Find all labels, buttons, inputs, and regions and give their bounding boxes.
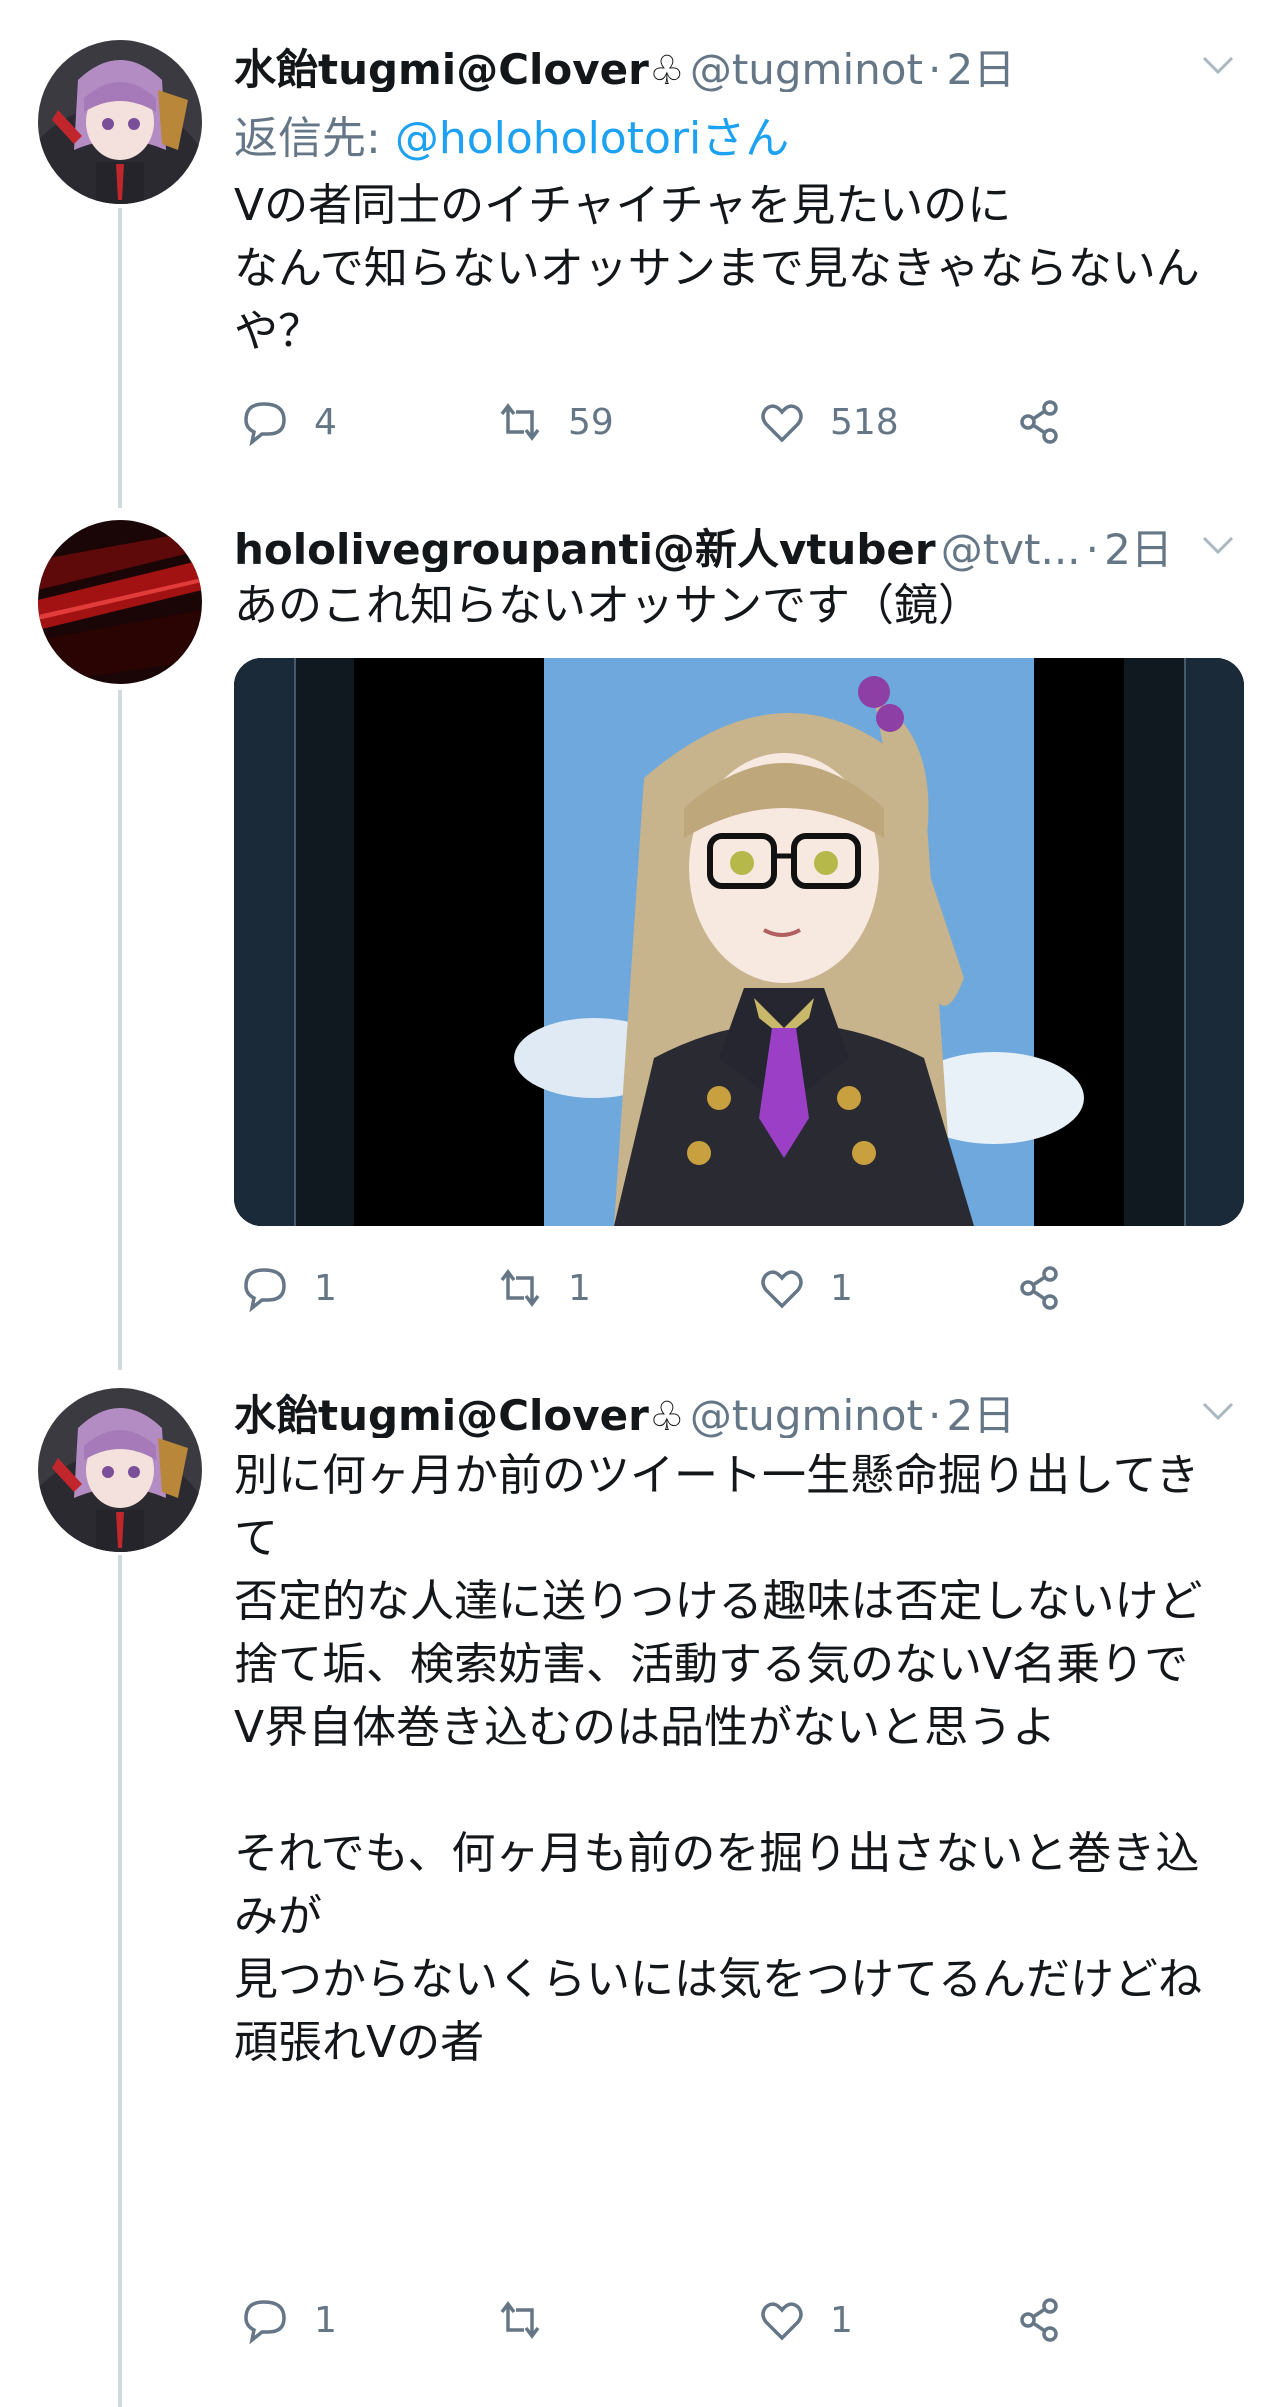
video-thumbnail-image: [234, 658, 1244, 1226]
reply-icon: [244, 1268, 286, 1313]
reply-to-line: 返信先: @holoholotoriさん: [234, 102, 789, 166]
tweet-text: あのこれ知らないオッサンです（鏡）: [234, 580, 982, 631]
reply-count: 4: [314, 401, 337, 443]
separator-dot: ·: [928, 45, 942, 92]
tweet-header: hololivegroupanti@新人vtuber @tvt... · 2日: [234, 516, 1280, 572]
like-count: 518: [830, 401, 899, 443]
user-avatar[interactable]: [38, 40, 202, 204]
reply-icon: [244, 402, 286, 447]
share-button[interactable]: [1014, 2290, 1066, 2350]
timestamp[interactable]: 2日: [946, 45, 1015, 92]
separator-dot: ·: [1085, 525, 1099, 572]
retweet-count: 1: [568, 1267, 591, 1309]
retweet-icon: [500, 1269, 540, 1307]
separator-dot: ·: [928, 1391, 942, 1438]
heart-icon: [761, 2302, 803, 2341]
anime-girl-avatar-icon: [38, 1388, 202, 1552]
tweet-header: 水飴tugmi@Clover♧ @tugminot · 2日: [234, 1382, 1280, 1438]
tweet-3[interactable]: 水飴tugmi@Clover♧ @tugminot · 2日 別に何ヶ月か前のツ…: [0, 1350, 1280, 2407]
reply-button[interactable]: 1: [240, 2290, 337, 2350]
tweet-text: Vの者同士のイチャイチャを見たいのに なんで知らないオッサンまで見なきゃならない…: [234, 180, 1200, 357]
chevron-down-icon[interactable]: [1198, 1390, 1238, 1430]
retweet-icon: [500, 403, 540, 441]
reply-count: 1: [314, 1267, 337, 1309]
display-name[interactable]: 水飴tugmi@Clover: [234, 45, 649, 92]
share-icon: [1020, 2298, 1058, 2342]
tweet-2[interactable]: hololivegroupanti@新人vtuber @tvt... · 2日 …: [0, 500, 1280, 1350]
like-button[interactable]: 518: [756, 392, 899, 452]
tweet-actions: 1 1 1: [234, 1258, 1094, 1318]
like-count: 1: [830, 1267, 853, 1309]
share-button[interactable]: [1014, 392, 1066, 452]
tweet-actions: 4 59 518: [234, 392, 1094, 452]
red-abstract-avatar-icon: [38, 520, 202, 684]
display-name[interactable]: 水飴tugmi@Clover: [234, 1391, 649, 1438]
user-avatar[interactable]: [38, 520, 202, 684]
retweet-count: 59: [568, 401, 614, 443]
retweet-button[interactable]: [494, 2290, 568, 2350]
like-count: 1: [830, 2299, 853, 2341]
heart-icon: [761, 404, 803, 443]
user-handle[interactable]: @tugminot: [690, 45, 923, 92]
chevron-down-icon[interactable]: [1198, 524, 1238, 564]
like-button[interactable]: 1: [756, 1258, 853, 1318]
user-handle[interactable]: @tvt...: [941, 525, 1081, 572]
club-icon: ♧: [648, 48, 685, 92]
user-handle[interactable]: @tugminot: [690, 1391, 923, 1438]
retweet-button[interactable]: 1: [494, 1258, 591, 1318]
like-button[interactable]: 1: [756, 2290, 853, 2350]
reply-button[interactable]: 1: [240, 1258, 337, 1318]
retweet-button[interactable]: 59: [494, 392, 614, 452]
heart-icon: [761, 1270, 803, 1309]
display-name[interactable]: hololivegroupanti@新人vtuber: [234, 525, 936, 572]
tweet-text: 別に何ヶ月か前のツイート一生懸命掘り出してきて 否定的な人達に送りつける趣味は否…: [234, 1450, 1203, 2068]
user-avatar[interactable]: [38, 1388, 202, 1552]
retweet-icon: [500, 2301, 540, 2339]
tweet-actions: 1 1: [234, 2290, 1094, 2350]
share-icon: [1020, 1266, 1058, 1310]
timestamp[interactable]: 2日: [946, 1391, 1015, 1438]
timestamp[interactable]: 2日: [1104, 525, 1173, 572]
reply-count: 1: [314, 2299, 337, 2341]
club-icon: ♧: [648, 1394, 685, 1438]
media-thumbnail[interactable]: [234, 658, 1244, 1226]
share-icon: [1020, 400, 1058, 444]
chevron-down-icon[interactable]: [1198, 44, 1238, 84]
anime-girl-avatar-icon: [38, 40, 202, 204]
share-button[interactable]: [1014, 1258, 1066, 1318]
tweet-1[interactable]: 水飴tugmi@Clover♧ @tugminot · 2日 返信先: @hol…: [0, 0, 1280, 500]
reply-icon: [244, 2300, 286, 2345]
reply-button[interactable]: 4: [240, 392, 337, 452]
reply-to-label: 返信先:: [234, 113, 395, 164]
tweet-header: 水飴tugmi@Clover♧ @tugminot · 2日: [234, 36, 1280, 92]
reply-mention-link[interactable]: @holoholotoriさん: [395, 113, 789, 164]
